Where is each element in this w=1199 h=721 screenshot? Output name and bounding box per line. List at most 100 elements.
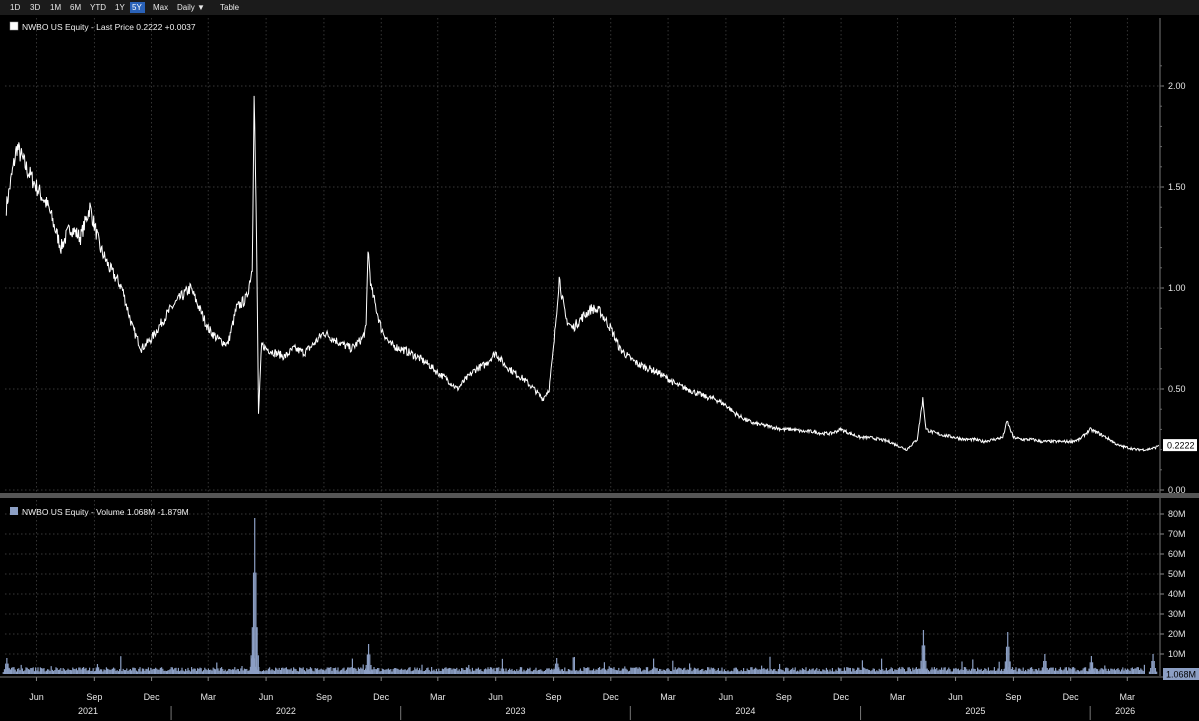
volume-bar <box>1044 654 1046 674</box>
volume-bar <box>758 669 760 674</box>
volume-bar <box>30 668 32 674</box>
volume-bar <box>42 668 44 674</box>
volume-bar <box>939 669 941 674</box>
volume-bar <box>607 668 609 674</box>
volume-bar <box>597 667 599 674</box>
volume-bar <box>85 667 87 674</box>
volume-bar <box>271 669 273 674</box>
volume-bar <box>823 669 825 674</box>
volume-bar <box>377 667 379 674</box>
volume-bar <box>871 670 873 674</box>
volume-bar <box>797 670 799 674</box>
volume-bar <box>143 668 145 674</box>
volume-tick-label: 60M <box>1168 549 1186 559</box>
volume-bar <box>510 670 512 674</box>
volume-bar <box>2 672 4 674</box>
volume-bar <box>6 658 8 674</box>
volume-bar <box>974 669 976 674</box>
volume-bar <box>539 669 541 674</box>
volume-bar <box>439 670 441 674</box>
volume-bar <box>799 669 801 674</box>
volume-bar <box>254 518 256 674</box>
volume-bar <box>186 670 188 674</box>
volume-bar <box>890 667 892 674</box>
volume-bar <box>559 672 561 674</box>
volume-bar <box>5 663 7 674</box>
volume-bar <box>565 671 567 674</box>
volume-bar <box>614 669 616 674</box>
volume-bar <box>661 670 663 674</box>
x-tick-label: Dec <box>1063 692 1080 702</box>
volume-bar <box>207 668 209 674</box>
volume-bar <box>566 671 568 674</box>
volume-bar <box>69 669 71 674</box>
x-tick-label: Sep <box>86 692 102 702</box>
price-tick-label: 1.00 <box>1168 283 1186 293</box>
volume-bar <box>781 669 783 674</box>
volume-bar <box>915 667 917 674</box>
volume-tick-label: 70M <box>1168 529 1186 539</box>
volume-bar <box>932 669 934 674</box>
volume-bar <box>293 667 295 674</box>
volume-bar <box>1031 667 1033 674</box>
volume-bar <box>1104 665 1106 674</box>
volume-bar <box>54 670 56 674</box>
volume-bar <box>270 670 272 674</box>
volume-bar <box>63 669 65 674</box>
volume-bar <box>870 671 872 674</box>
volume-bar <box>957 668 959 674</box>
volume-bar <box>959 670 961 674</box>
volume-bar <box>398 669 400 674</box>
volume-bar <box>1020 669 1022 674</box>
volume-bar <box>665 670 667 674</box>
volume-bar <box>692 669 694 674</box>
volume-bar <box>947 669 949 674</box>
volume-bar <box>885 667 887 674</box>
volume-bar <box>303 670 305 674</box>
volume-bar <box>1142 670 1144 674</box>
x-tick-label: Dec <box>833 692 850 702</box>
volume-bar <box>762 668 764 674</box>
volume-bar <box>835 669 837 674</box>
volume-bar <box>515 671 517 674</box>
volume-bar <box>1034 669 1036 674</box>
volume-bar <box>103 669 105 674</box>
volume-bar <box>417 670 419 674</box>
volume-bar <box>150 667 152 674</box>
volume-bar <box>426 668 428 674</box>
volume-bar <box>231 669 233 674</box>
volume-bar <box>366 654 368 674</box>
volume-bar <box>809 668 811 674</box>
volume-bar <box>56 668 58 674</box>
volume-bar <box>249 666 252 674</box>
volume-bar <box>307 669 309 674</box>
volume-bar <box>734 667 736 674</box>
volume-bar <box>708 667 710 674</box>
volume-bar <box>821 671 823 674</box>
volume-bar <box>509 668 511 674</box>
volume-bar <box>411 670 413 674</box>
volume-bar <box>331 670 333 674</box>
volume-bar <box>428 670 430 674</box>
volume-bar <box>487 667 489 674</box>
volume-bar <box>660 669 662 674</box>
volume-bar <box>987 667 989 674</box>
year-label: 2023 <box>505 706 525 716</box>
volume-bar <box>294 668 296 674</box>
volume-bar <box>941 667 943 674</box>
volume-bar <box>333 668 335 674</box>
volume-bar <box>686 669 688 674</box>
volume-bar <box>272 670 274 674</box>
volume-bar <box>133 667 135 674</box>
pane-divider[interactable] <box>0 493 1199 498</box>
volume-bar <box>546 668 548 674</box>
volume-bar <box>1133 669 1135 674</box>
volume-bar <box>731 670 733 674</box>
volume-bar <box>594 670 596 674</box>
volume-bar <box>830 671 832 674</box>
volume-bar <box>917 669 919 674</box>
volume-bar <box>571 670 573 674</box>
volume-bar <box>991 670 993 674</box>
volume-bar <box>1021 671 1023 674</box>
volume-bar <box>536 670 538 674</box>
